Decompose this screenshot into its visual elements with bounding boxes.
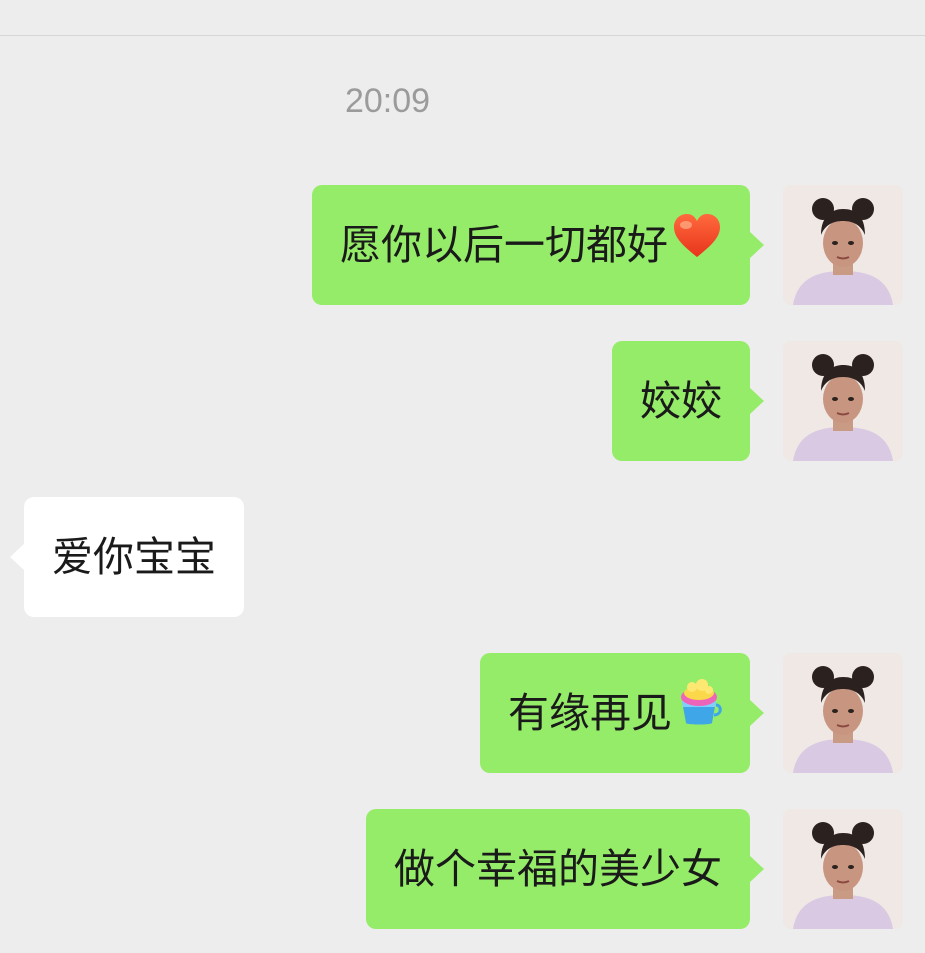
- message-bubble-outgoing[interactable]: 有缘再见: [480, 653, 764, 773]
- user-avatar[interactable]: [783, 185, 903, 305]
- message-bubble-incoming[interactable]: 爱你宝宝: [10, 497, 244, 617]
- message-bubble-outgoing[interactable]: 愿你以后一切都好: [312, 185, 764, 305]
- red-heart-icon: [672, 185, 722, 305]
- message-text: 做个幸福的美少女: [394, 845, 722, 893]
- message-text: 爱你宝宝: [52, 533, 216, 581]
- header-divider: [0, 35, 925, 36]
- user-avatar[interactable]: [783, 341, 903, 461]
- message-timestamp: 20:09: [344, 82, 431, 120]
- message-text: 有缘再见: [508, 689, 672, 737]
- message-text: 愿你以后一切都好: [340, 221, 668, 269]
- cake-cup-icon: [676, 653, 722, 773]
- message-bubble-outgoing[interactable]: 做个幸福的美少女: [366, 809, 764, 929]
- message-text: 姣姣: [640, 377, 722, 425]
- user-avatar[interactable]: [783, 809, 903, 929]
- user-avatar[interactable]: [783, 653, 903, 773]
- message-bubble-outgoing[interactable]: 姣姣: [612, 341, 764, 461]
